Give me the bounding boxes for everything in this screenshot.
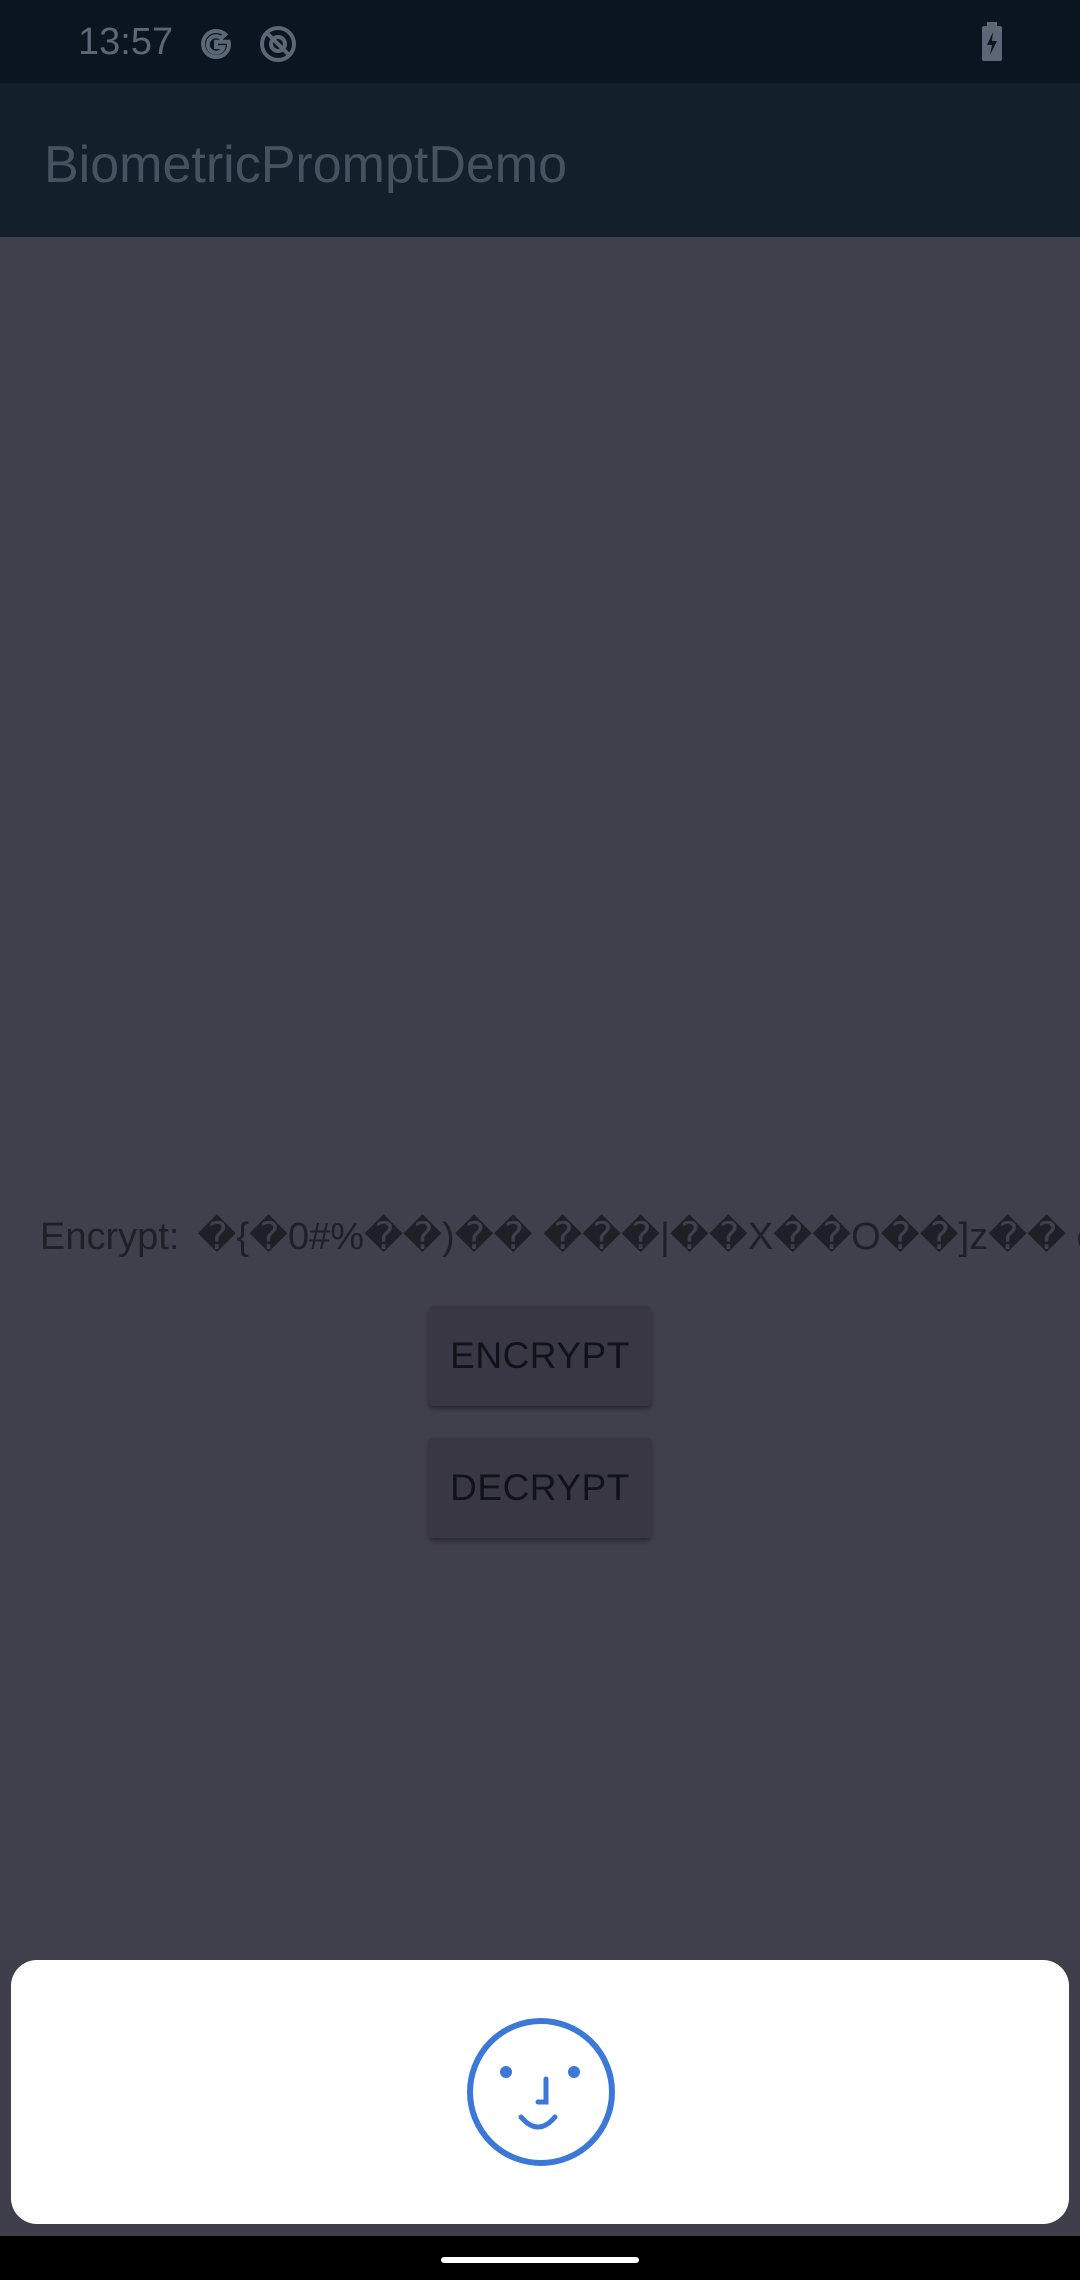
decrypt-button[interactable]: DECRYPT	[429, 1438, 651, 1538]
navigation-bar	[0, 2236, 1080, 2280]
app-bar: BiometricPromptDemo	[0, 83, 1080, 237]
status-time: 13:57	[78, 21, 174, 63]
google-g-icon	[200, 28, 232, 60]
encrypt-result-row: Encrypt: �{�0#%��)�� ���|��X��O��]z�� e*	[40, 1212, 1080, 1262]
encrypt-button[interactable]: ENCRYPT	[429, 1306, 651, 1406]
face-unlock-icon	[467, 2018, 615, 2166]
encrypt-label: Encrypt:	[40, 1216, 180, 1258]
status-bar: 13:57	[0, 0, 1080, 83]
biometric-prompt-sheet	[11, 1960, 1069, 2224]
main-content: Encrypt: �{�0#%��)�� ���|��X��O��]z�� e* …	[0, 237, 1080, 1960]
nfc-icon	[260, 26, 296, 62]
encrypt-value: �{�0#%��)�� ���|��X��O��]z�� e*	[197, 1216, 1080, 1258]
battery-charging-icon	[982, 22, 1002, 61]
app-title: BiometricPromptDemo	[44, 136, 568, 194]
gesture-handle[interactable]	[441, 2257, 639, 2263]
